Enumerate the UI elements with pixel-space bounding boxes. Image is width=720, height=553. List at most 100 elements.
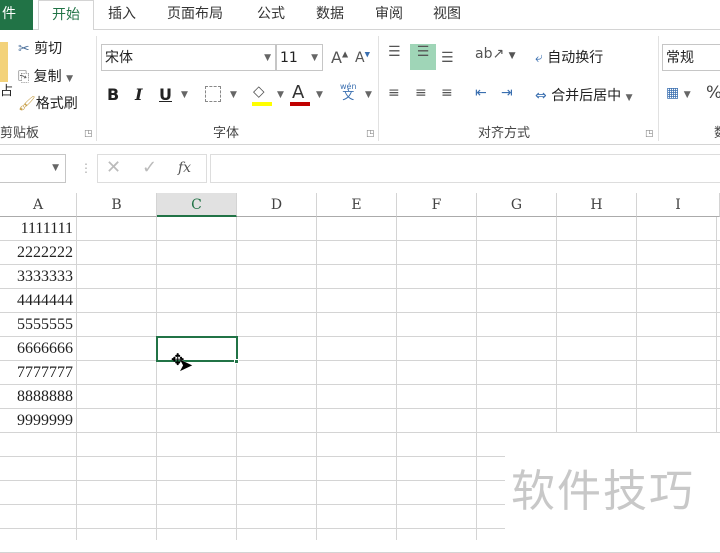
chevron-down-icon[interactable]: ▼ xyxy=(277,90,284,100)
column-header-h[interactable]: H xyxy=(557,193,637,217)
row-gridline xyxy=(0,384,720,385)
column-header-a[interactable]: A xyxy=(0,193,77,217)
tab-home[interactable]: 开始 xyxy=(38,0,94,31)
cell-a2[interactable]: 2222222 xyxy=(0,241,77,265)
decrease-font-button[interactable]: A▼ xyxy=(355,50,370,66)
cell-a1[interactable]: 1111111 xyxy=(0,217,77,241)
tab-view[interactable]: 视图 xyxy=(433,0,461,30)
font-name-select[interactable]: 宋体 ▼ xyxy=(101,44,276,71)
column-header-c[interactable]: C xyxy=(157,193,237,217)
orientation-button[interactable]: ab↗ ▼ xyxy=(475,46,516,62)
worksheet-grid[interactable]: A B C D E F G H I 1111111 2222222 3333333 4… xyxy=(0,193,720,553)
alignment-group-label: 对齐方式 xyxy=(478,126,531,141)
chevron-down-icon[interactable]: ▼ xyxy=(66,74,73,84)
phonetic-guide-button[interactable]: wén 文 xyxy=(340,82,357,101)
cancel-button[interactable]: ✕ xyxy=(106,155,121,181)
tab-insert[interactable]: 插入 xyxy=(108,0,136,30)
chevron-down-icon[interactable]: ▼ xyxy=(230,90,237,100)
underline-button[interactable]: U xyxy=(159,85,172,104)
align-left-button[interactable]: ≡ xyxy=(388,85,400,101)
chevron-down-icon: ▼ xyxy=(625,93,633,103)
cell-a6[interactable]: 6666666 xyxy=(0,337,77,361)
cell-a7[interactable]: 7777777 xyxy=(0,361,77,385)
tab-review[interactable]: 审阅 xyxy=(375,0,403,30)
chevron-down-icon[interactable]: ▼ xyxy=(365,90,372,100)
chevron-down-icon: ▼ xyxy=(264,53,271,63)
align-bottom-button[interactable]: ☰ xyxy=(441,50,454,66)
paste-button[interactable]: 占 xyxy=(0,80,13,99)
row-gridline xyxy=(0,288,720,289)
row-gridline xyxy=(0,312,720,313)
merge-center-button[interactable]: ⇔ 合并后居中 ▼ xyxy=(535,85,633,105)
watermark-area: 软件技巧 xyxy=(505,433,720,540)
formula-bar: ▼ ⋮ ✕ ✓ fx xyxy=(0,145,720,193)
dialog-launcher-icon[interactable]: ◳ xyxy=(84,129,93,139)
wrap-text-button[interactable]: ⤶ 自动换行 xyxy=(535,47,603,67)
selected-cell-c6[interactable] xyxy=(156,336,238,362)
copy-icon: ⎘ xyxy=(18,69,30,85)
name-box[interactable]: ▼ xyxy=(0,154,66,183)
accounting-format-button[interactable]: ▦ ▼ xyxy=(666,85,691,101)
cell-a4[interactable]: 4444444 xyxy=(0,289,77,313)
column-header-d[interactable]: D xyxy=(237,193,317,217)
font-size-select[interactable]: 11 ▼ xyxy=(276,44,323,71)
column-header-f[interactable]: F xyxy=(397,193,477,217)
cell-a3[interactable]: 3333333 xyxy=(0,265,77,289)
enter-button[interactable]: ✓ xyxy=(142,155,157,181)
column-header-g[interactable]: G xyxy=(477,193,557,217)
align-middle-button[interactable]: ☰ xyxy=(410,44,436,70)
copy-button[interactable]: ⎘ 复制 ▼ xyxy=(18,66,73,86)
row-gridline xyxy=(0,360,720,361)
percent-button[interactable]: % xyxy=(706,83,720,103)
more-icon: ⋮ xyxy=(80,161,92,175)
fill-handle[interactable] xyxy=(234,359,239,364)
increase-font-button[interactable]: A▲ xyxy=(331,48,348,67)
column-gridline xyxy=(476,217,477,540)
tab-formulas[interactable]: 公式 xyxy=(257,0,285,30)
column-header-b[interactable]: B xyxy=(77,193,157,217)
mouse-pointer-icon: ➤ xyxy=(178,355,194,376)
number-format-select[interactable]: 常规 xyxy=(662,44,720,71)
dialog-launcher-icon[interactable]: ◳ xyxy=(366,129,375,139)
clipboard-group-label: 剪贴板 xyxy=(0,126,40,141)
scissors-icon: ✂ xyxy=(18,41,30,57)
decrease-indent-button[interactable]: ⇤ xyxy=(475,85,487,101)
dialog-launcher-icon[interactable]: ◳ xyxy=(645,129,654,139)
borders-icon[interactable] xyxy=(205,86,221,102)
merge-icon: ⇔ xyxy=(535,88,547,104)
align-center-button[interactable]: ≡ xyxy=(415,85,427,101)
insert-function-button[interactable]: fx xyxy=(178,155,191,181)
column-gridline xyxy=(236,217,237,540)
paste-icon[interactable] xyxy=(0,42,8,82)
italic-button[interactable]: I xyxy=(135,85,142,104)
formula-input[interactable] xyxy=(210,154,720,183)
chevron-down-icon: ▼ xyxy=(52,163,59,173)
align-top-button[interactable]: ☰ xyxy=(388,44,401,60)
tab-file[interactable]: 件 xyxy=(0,0,33,30)
chevron-down-icon[interactable]: ▼ xyxy=(316,90,323,100)
fill-color-swatch xyxy=(252,102,272,106)
chevron-down-icon[interactable]: ▼ xyxy=(181,90,188,100)
copy-label: 复制 xyxy=(33,69,62,85)
tab-data[interactable]: 数据 xyxy=(316,0,344,30)
format-painter-button[interactable]: 🖌格式刷 xyxy=(18,93,78,113)
row-gridline xyxy=(0,240,720,241)
fill-color-icon[interactable]: ◇ xyxy=(253,82,265,100)
cell-a8[interactable]: 8888888 xyxy=(0,385,77,409)
cell-a5[interactable]: 5555555 xyxy=(0,313,77,337)
tab-page-layout[interactable]: 页面布局 xyxy=(167,0,223,30)
divider xyxy=(96,36,97,141)
font-color-swatch xyxy=(290,102,310,106)
font-color-button[interactable]: A xyxy=(292,82,304,103)
column-gridline xyxy=(316,217,317,540)
increase-indent-button[interactable]: ⇥ xyxy=(501,85,513,101)
column-header-i[interactable]: I xyxy=(637,193,720,217)
cell-a9[interactable]: 9999999 xyxy=(0,409,77,433)
brush-icon: 🖌 xyxy=(18,96,36,112)
cut-button[interactable]: ✂ 剪切 xyxy=(18,38,62,58)
align-right-button[interactable]: ≡ xyxy=(441,85,453,101)
font-name-value: 宋体 xyxy=(105,50,133,66)
column-header-e[interactable]: E xyxy=(317,193,397,217)
chevron-down-icon: ▼ xyxy=(311,53,318,63)
bold-button[interactable]: B xyxy=(107,85,119,104)
